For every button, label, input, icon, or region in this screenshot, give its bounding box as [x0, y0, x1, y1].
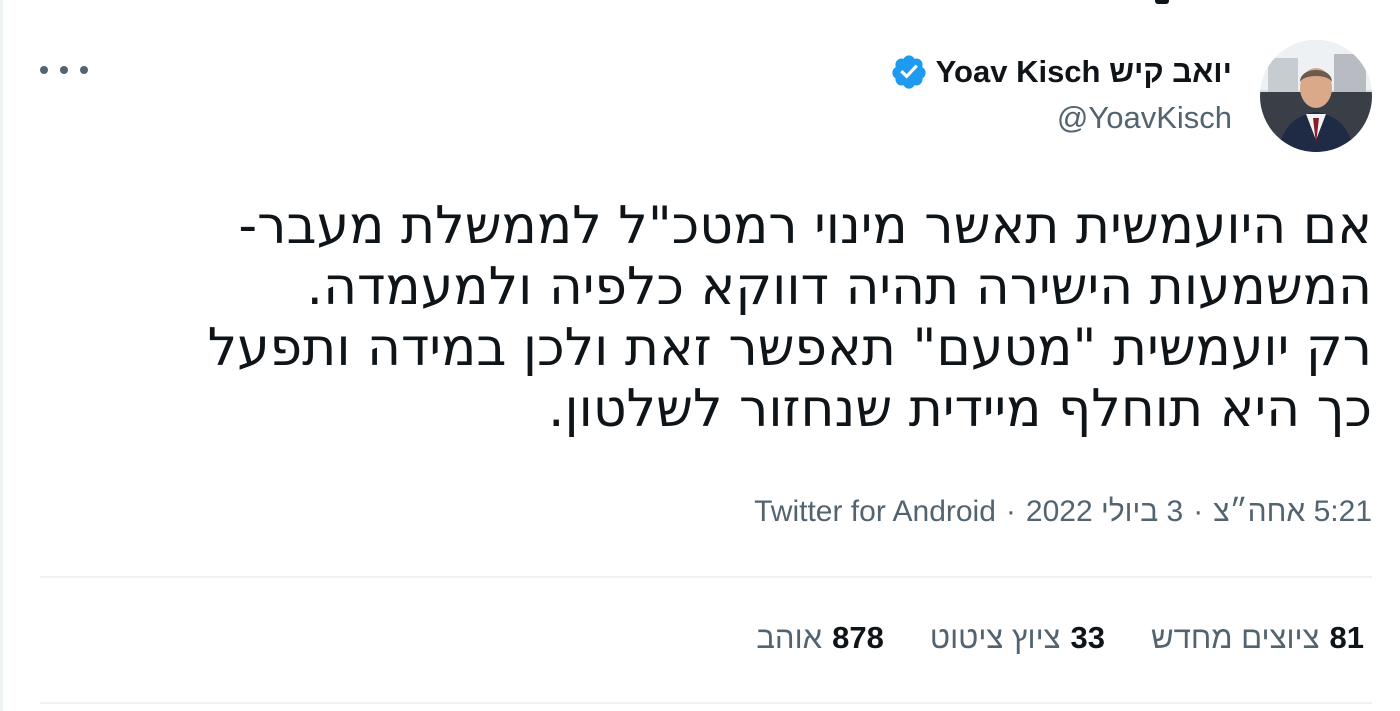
retweets-stat[interactable]: 81 ציוצים מחדש [1151, 620, 1364, 656]
retweets-count: 81 [1329, 620, 1364, 655]
quotes-label: ציוץ ציטוט [929, 620, 1061, 655]
verified-badge-icon[interactable] [890, 53, 928, 91]
tweet-date[interactable]: 3 ביולי 2022 [1026, 495, 1183, 529]
likes-count: 878 [832, 620, 884, 655]
tweet-text: אם היועמשית תאשר מינוי רמטכ"ל לממשלת מעב… [207, 196, 1372, 439]
author-identity[interactable]: יואב קיש Yoav Kisch @YoavKisch [890, 52, 1232, 136]
quotes-stat[interactable]: 33 ציוץ ציטוט [930, 620, 1105, 656]
tweet-detail: יואב קיש Yoav Kisch @YoavKisch אם היועמש… [40, 0, 1372, 711]
tweet-header: יואב קיש Yoav Kisch @YoavKisch [40, 40, 1372, 156]
tweet-source[interactable]: Twitter for Android [754, 495, 996, 529]
quotes-count: 33 [1070, 620, 1106, 655]
meta-separator: · [1193, 495, 1204, 528]
author-display-name[interactable]: יואב קיש Yoav Kisch [936, 54, 1232, 90]
tweet-metadata: 5:21 אחה״צ · 3 ביולי 2022 · Twitter for … [754, 495, 1372, 529]
meta-separator: · [1005, 495, 1016, 528]
likes-stat[interactable]: 878 אוהב [756, 620, 883, 656]
divider [40, 702, 1372, 704]
more-dot [80, 66, 88, 74]
column-border [0, 0, 3, 711]
tweet-time[interactable]: 5:21 אחה״צ [1213, 495, 1372, 529]
tweet-stats: 81 ציוצים מחדש 33 ציוץ ציטוט 878 אוהב [756, 620, 1364, 656]
avatar[interactable] [1260, 40, 1372, 152]
tweet-page: יואב קיש Yoav Kisch @YoavKisch אם היועמש… [0, 0, 1400, 711]
likes-label: אוהב [756, 620, 823, 655]
name-row: יואב קיש Yoav Kisch [890, 52, 1232, 92]
author-handle[interactable]: @YoavKisch [890, 100, 1232, 136]
more-dot [40, 66, 48, 74]
more-dot [60, 66, 68, 74]
avatar-photo-icon [1260, 40, 1372, 152]
retweets-label: ציוצים מחדש [1151, 620, 1320, 655]
more-options-icon[interactable] [40, 58, 88, 82]
divider [40, 576, 1372, 578]
